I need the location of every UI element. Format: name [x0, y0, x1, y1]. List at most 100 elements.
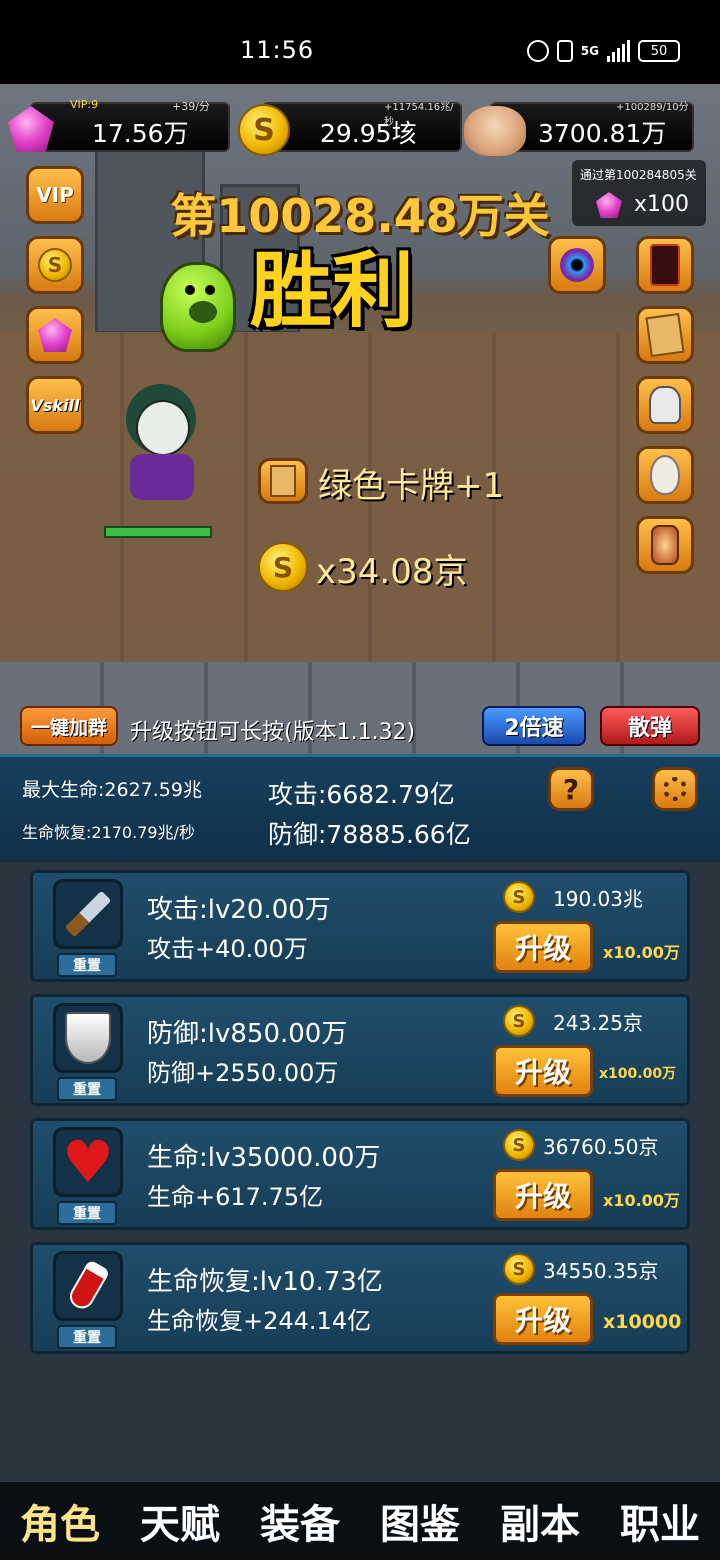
upgrade-effect: 攻击+40.00万 — [147, 935, 308, 963]
coin-icon: S — [503, 1253, 535, 1285]
cards-button[interactable] — [636, 306, 694, 364]
upgrade-level: 攻击:lv20.00万 — [147, 895, 331, 925]
coin-icon: S — [258, 542, 308, 592]
nav-equipment[interactable]: 装备 — [260, 1492, 340, 1550]
gear-icon — [663, 777, 687, 801]
pass-reward-box: 通过第100284805关 x100 — [572, 160, 706, 226]
stats-panel: 最大生命:2627.59兆 生命恢复:2170.79兆/秒 攻击:6682.79… — [0, 754, 720, 862]
nav-codex[interactable]: 图鉴 — [380, 1492, 460, 1550]
upgrade-cost: 34550.35京 — [543, 1259, 659, 1283]
coin-icon: S — [38, 248, 72, 282]
gem-shop-button[interactable] — [26, 306, 84, 364]
coin-icon: S — [503, 1129, 535, 1161]
upgrade-row-life: ♥ 重置 生命:lv35000.00万 生命+617.75亿 S 36760.5… — [30, 1118, 690, 1230]
vip-label: VIP — [36, 183, 74, 207]
egg-button[interactable] — [636, 446, 694, 504]
reset-button[interactable]: 重置 — [57, 953, 117, 977]
attack-stat: 攻击:6682.79亿 — [268, 780, 455, 809]
lantern-button[interactable] — [636, 516, 694, 574]
card-reward-text: 绿色卡牌+1 — [318, 466, 505, 506]
cards-icon — [645, 312, 685, 358]
hero-health-bar — [104, 526, 212, 538]
upgrade-button[interactable]: 升级 — [493, 1169, 593, 1221]
nav-character[interactable]: 角色 — [20, 1492, 100, 1550]
coin-reward-text: x34.08京 — [316, 552, 468, 592]
nav-class[interactable]: 职业 — [620, 1492, 700, 1550]
speed-label: 2倍速 — [504, 716, 564, 741]
upgrade-level: 生命:lv35000.00万 — [147, 1143, 381, 1173]
upgrade-label: 升级 — [514, 1180, 571, 1213]
speed-button[interactable]: 2倍速 — [482, 706, 586, 746]
enemy-eye — [205, 285, 215, 295]
scatter-button[interactable]: 散弹 — [600, 706, 700, 746]
reset-label: 重置 — [73, 1082, 101, 1098]
potion-icon — [53, 1251, 123, 1321]
reset-button[interactable]: 重置 — [57, 1325, 117, 1349]
pass-reward: x100 — [634, 192, 690, 217]
gem-amount: 17.56万 — [92, 119, 189, 148]
upgrade-multiplier[interactable]: x10.00万 — [603, 939, 680, 963]
upgrade-tip: 升级按钮可长按(版本1.1.32) — [130, 720, 416, 745]
help-button[interactable]: ? — [548, 767, 594, 811]
coin-icon: S — [503, 881, 535, 913]
upgrade-cost: 243.25京 — [553, 1011, 643, 1035]
card-back-button[interactable] — [636, 236, 694, 294]
card-reward-icon — [258, 458, 308, 504]
coin-shop-button[interactable]: S — [26, 236, 84, 294]
pass-label: 通过第100284805关 — [580, 168, 697, 182]
clock: 11:56 — [240, 36, 315, 64]
eye-icon — [560, 248, 594, 282]
network-type: 5G — [580, 44, 599, 58]
upgrade-button[interactable]: 升级 — [493, 1293, 593, 1345]
gem-icon — [596, 192, 622, 218]
signal-icon — [607, 40, 630, 62]
upgrade-button[interactable]: 升级 — [493, 921, 593, 973]
heart-icon: ♥ — [53, 1127, 123, 1197]
lantern-icon — [651, 525, 679, 565]
coin-counter: +11754.16兆/秒 29.95垓 — [262, 102, 462, 152]
battery-level: 50 — [650, 43, 668, 59]
upgrade-multiplier[interactable]: x10000 — [603, 1311, 681, 1333]
upgrade-level: 生命恢复:lv10.73亿 — [147, 1267, 383, 1297]
upgrade-level: 防御:lv850.00万 — [147, 1019, 348, 1049]
card-icon — [650, 244, 680, 286]
vskill-label: Vskill — [30, 395, 80, 415]
gem-counter: VIP:9 +39/分 17.56万 — [30, 98, 230, 152]
upgrade-multiplier[interactable]: x100.00万 — [599, 1063, 676, 1083]
upgrade-panel: 重置 攻击:lv20.00万 攻击+40.00万 S 190.03兆 升级 x1… — [0, 862, 720, 1482]
upgrade-multiplier[interactable]: x10.00万 — [603, 1187, 680, 1211]
join-group-button[interactable]: 一键加群 — [20, 706, 118, 746]
upgrade-button[interactable]: 升级 — [493, 1045, 593, 1097]
settings-button[interactable] — [652, 767, 698, 811]
vskill-button[interactable]: Vskill — [26, 376, 84, 434]
help-label: ? — [562, 772, 580, 806]
reset-button[interactable]: 重置 — [57, 1077, 117, 1101]
upgrade-cost: 36760.50京 — [543, 1135, 659, 1159]
hero-mask — [136, 400, 190, 456]
defense-stat: 防御:78885.66亿 — [268, 820, 471, 849]
upgrade-row-regen: 重置 生命恢复:lv10.73亿 生命恢复+244.14亿 S 34550.35… — [30, 1242, 690, 1354]
robot-button[interactable] — [636, 376, 694, 434]
eye-monster-button[interactable] — [548, 236, 606, 294]
nav-dungeon[interactable]: 副本 — [500, 1492, 580, 1550]
hp-regen-stat: 生命恢复:2170.79兆/秒 — [22, 823, 195, 842]
hero-body — [130, 454, 194, 500]
reset-button[interactable]: 重置 — [57, 1201, 117, 1225]
vip-level: VIP:9 — [70, 98, 99, 111]
upgrade-effect: 防御+2550.00万 — [147, 1059, 339, 1087]
vip-button[interactable]: VIP — [26, 166, 84, 224]
coin-amount: 29.95垓 — [320, 119, 417, 148]
upgrade-label: 升级 — [514, 1056, 571, 1089]
reset-label: 重置 — [73, 1330, 101, 1346]
card-icon — [270, 465, 296, 497]
bottom-nav: 角色 天赋 装备 图鉴 副本 职业 — [0, 1482, 720, 1560]
vibrate-icon — [556, 40, 573, 62]
reset-label: 重置 — [73, 1206, 101, 1222]
skull-rate: +100289/10分 — [616, 102, 689, 113]
nav-talent[interactable]: 天赋 — [140, 1492, 220, 1550]
game-scene[interactable]: VIP:9 +39/分 17.56万 +11754.16兆/秒 29.95垓 S… — [0, 84, 720, 754]
reset-label: 重置 — [73, 958, 101, 974]
victory-text: 胜利 — [250, 244, 415, 339]
gem-icon — [38, 318, 72, 352]
enemy-mouth — [189, 301, 217, 323]
